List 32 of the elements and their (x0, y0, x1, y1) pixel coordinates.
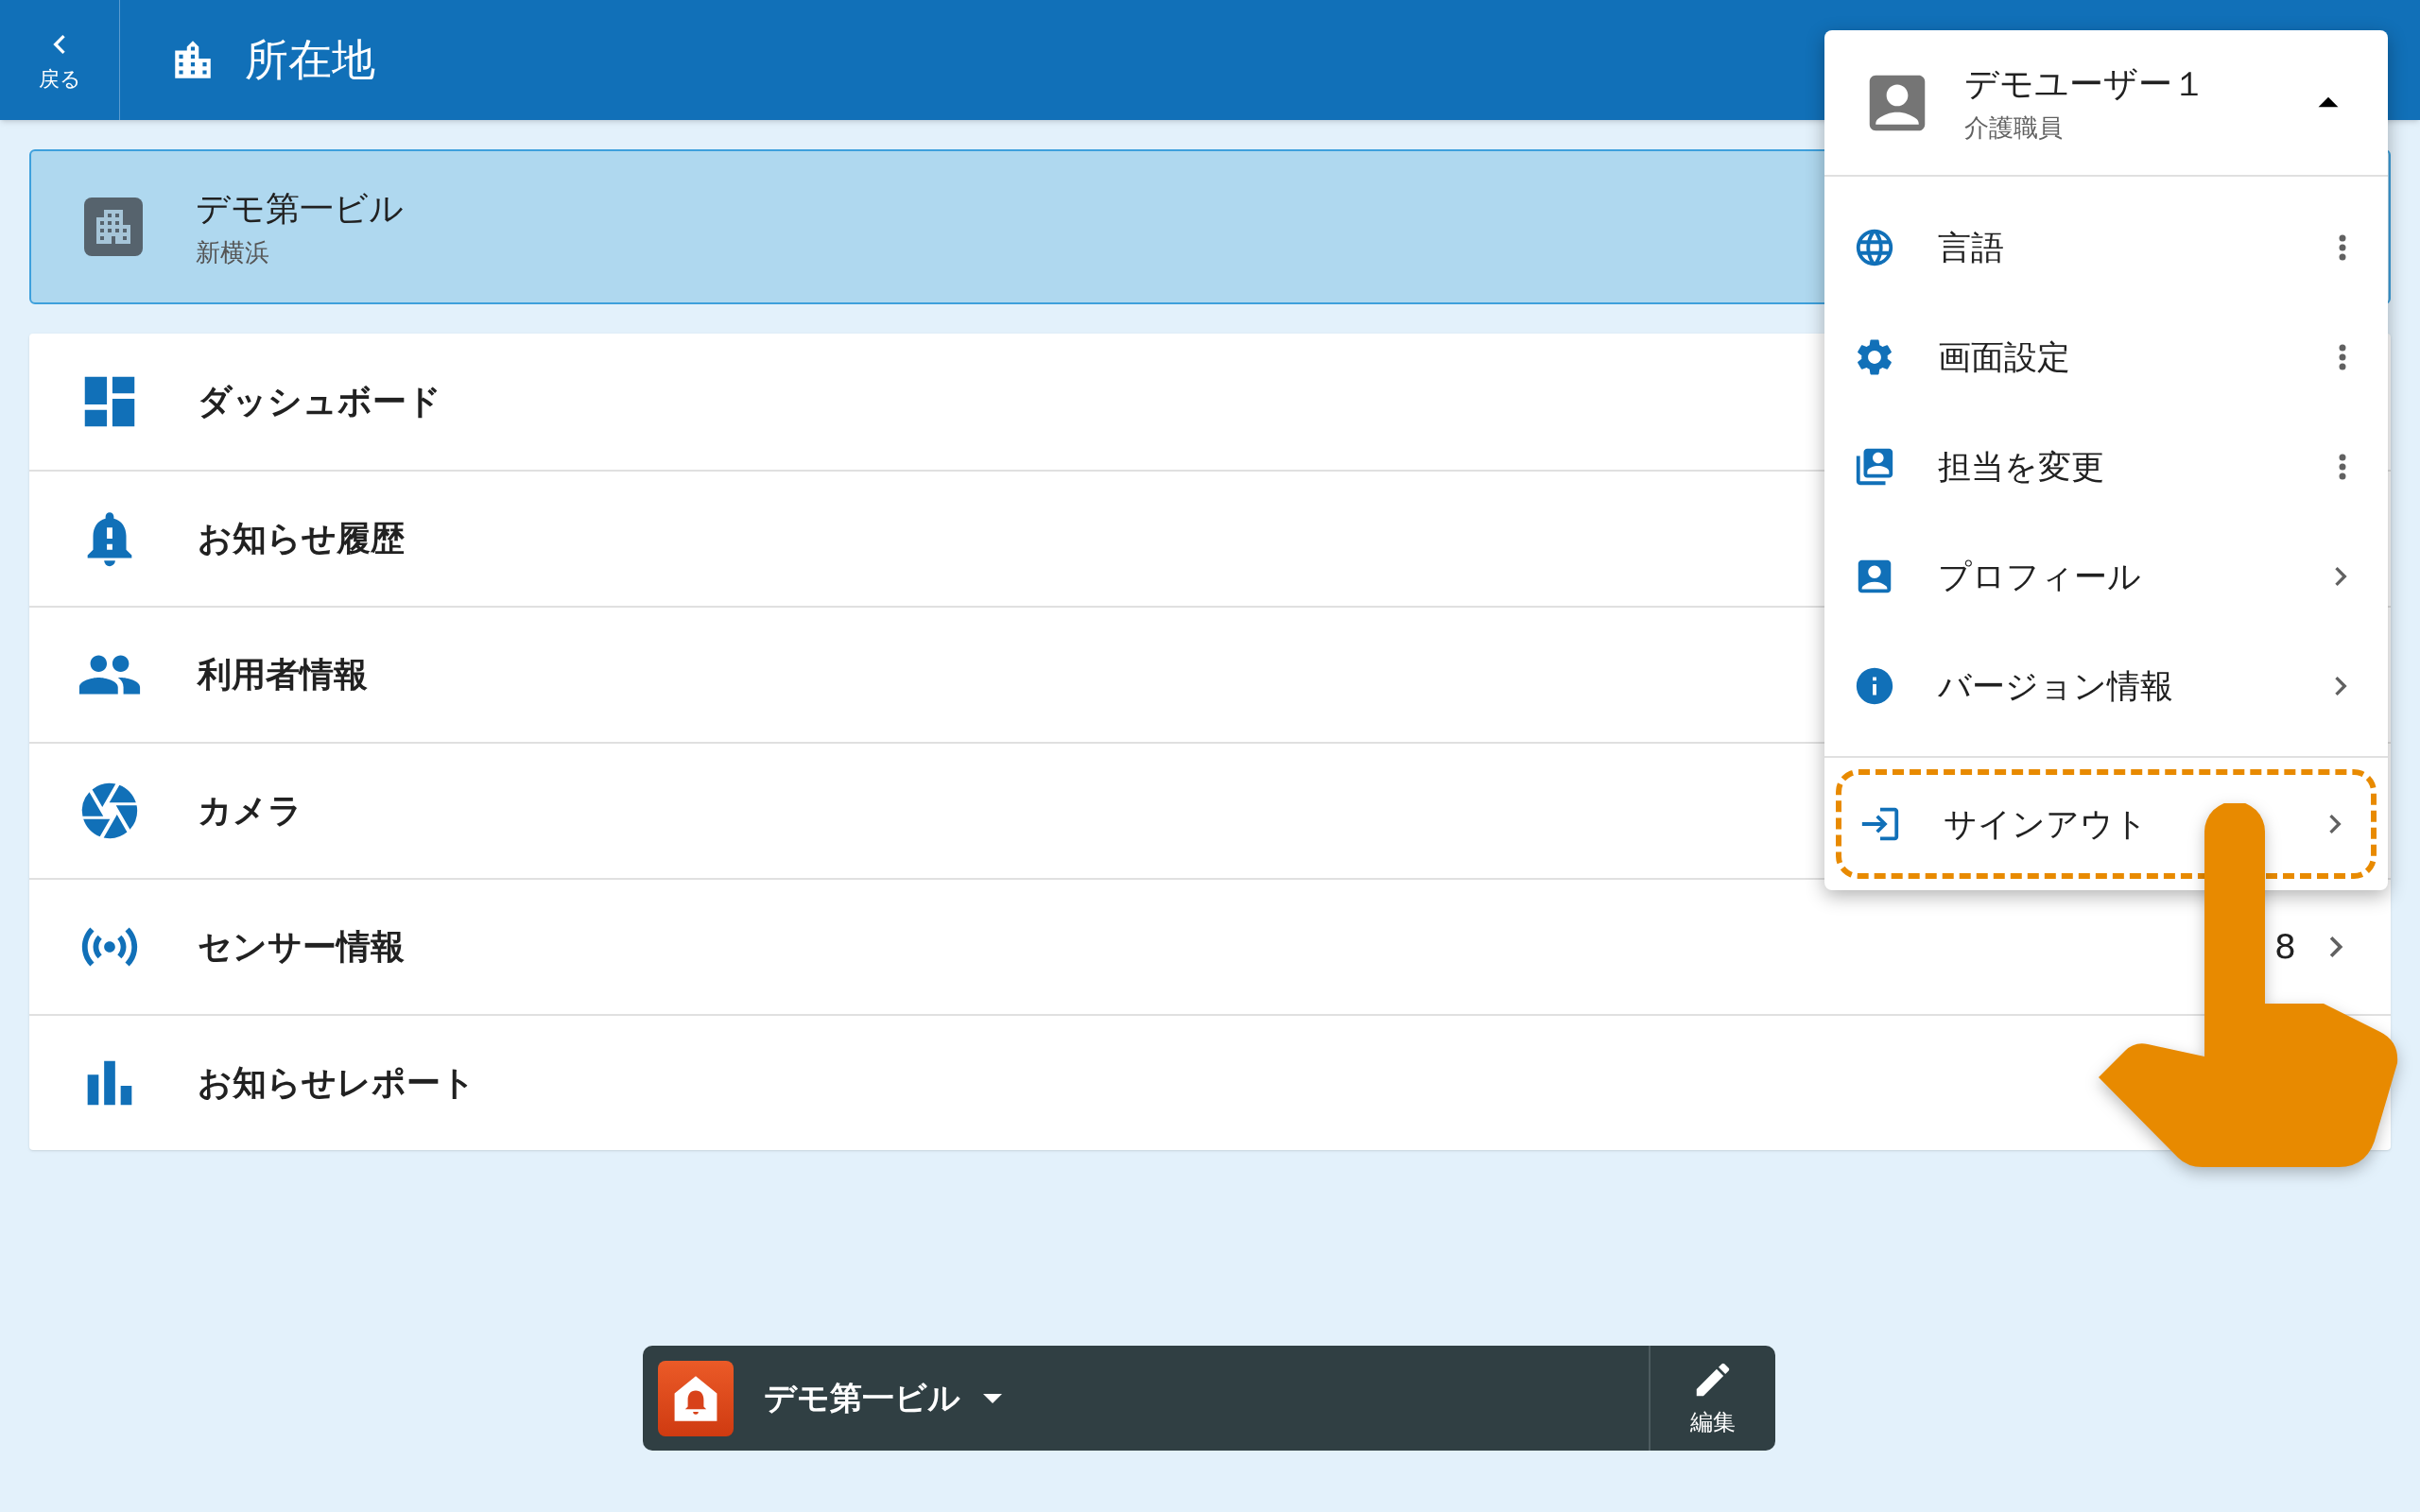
menu-item-label: サインアウト (1944, 803, 2148, 845)
menu-item[interactable]: 言語 (1824, 193, 2388, 302)
menu-row-label: お知らせ履歴 (198, 518, 405, 559)
more-icon (2339, 344, 2346, 370)
menu-item-label: 画面設定 (1938, 336, 2070, 378)
menu-item-label: 言語 (1938, 227, 2004, 268)
menu-item-label: プロフィール (1938, 556, 2141, 597)
count-text: 8 (2274, 926, 2296, 968)
user-role: 介護職員 (1964, 112, 2064, 144)
page-title: 所在地 (245, 33, 375, 87)
menu-row-label: カメラ (198, 790, 302, 832)
menu-row-label: センサー情報 (198, 926, 405, 968)
facility-dropdown[interactable]: デモ第一ビル (764, 1374, 1649, 1422)
menu-item[interactable]: 画面設定 (1824, 302, 2388, 412)
location-name: デモ第一ビル (196, 187, 404, 230)
building-icon (84, 198, 143, 256)
menu-row-label: お知らせレポート (198, 1062, 475, 1104)
menu-row-label: ダッシュボード (198, 381, 441, 422)
menu-item-label: 担当を変更 (1938, 446, 2104, 488)
menu-item-label: バージョン情報 (1938, 665, 2173, 707)
edit-button[interactable]: 編集 (1649, 1346, 1775, 1451)
menu-item[interactable]: 担当を変更 (1824, 412, 2388, 522)
more-icon (2339, 234, 2346, 261)
dropdown-caret-icon (983, 1393, 1002, 1403)
location-area: 新横浜 (196, 233, 404, 271)
home-bell-icon (658, 1360, 734, 1436)
back-button[interactable]: 戻る (0, 0, 120, 120)
menu-item[interactable]: プロフィール (1824, 522, 2388, 631)
menu-row-label: 利用者情報 (198, 654, 368, 696)
menu-item[interactable]: バージョン情報 (1824, 631, 2388, 741)
user-name: デモユーザー１ (1964, 63, 2207, 105)
more-icon (2339, 454, 2346, 480)
